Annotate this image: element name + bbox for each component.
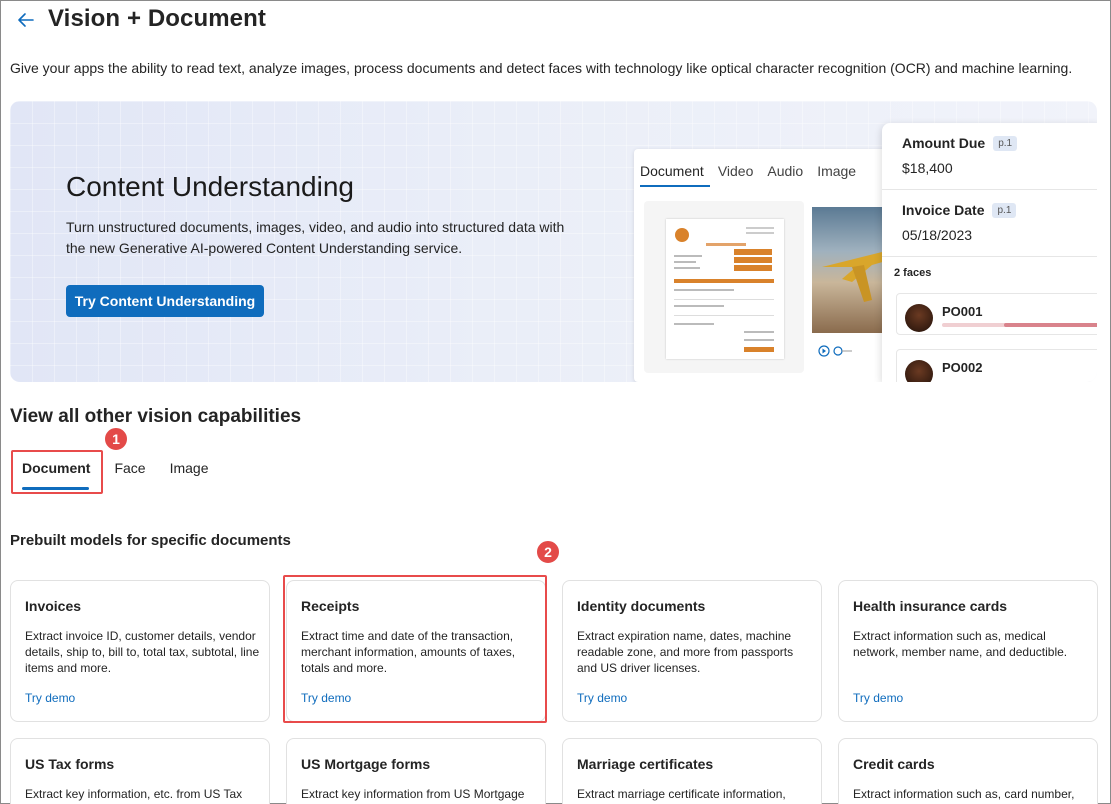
face-id: PO002 (942, 360, 983, 375)
prebuilt-models-heading: Prebuilt models for specific documents (10, 532, 291, 549)
hero-preview-window: Document Video Audio Image (634, 149, 904, 382)
card-title: US Mortgage forms (301, 756, 431, 772)
field-invoice-date: Invoice Date p.1 05/18/2023 (882, 190, 1097, 257)
face-timeline-bar (942, 323, 1097, 327)
card-us-tax-forms[interactable]: US Tax forms Extract key information, et… (10, 738, 270, 804)
face-avatar (905, 360, 933, 382)
tab-face[interactable]: Face (114, 460, 145, 490)
invoice-thumbnail (644, 201, 804, 373)
field-amount-due: Amount Due p.1 $18,400 (882, 123, 1097, 190)
card-description: Extract information such as, medical net… (853, 629, 1068, 659)
preview-tab-audio: Audio (767, 163, 804, 179)
field-value: $18,400 (902, 160, 953, 176)
hero-banner: Content Understanding Turn unstructured … (10, 101, 1097, 382)
card-description: Extract information such as, card number… (853, 787, 1075, 801)
card-description: Extract invoice ID, customer details, ve… (25, 629, 260, 675)
callout-highlight-receipts-card (283, 575, 547, 723)
section-title: View all other vision capabilities (10, 406, 302, 427)
card-health-insurance-cards[interactable]: Health insurance cards Extract informati… (838, 580, 1098, 722)
try-demo-link[interactable]: Try demo (853, 691, 903, 705)
try-content-understanding-button[interactable]: Try Content Understanding (66, 285, 264, 317)
page-badge: p.1 (993, 135, 1018, 151)
card-title: Health insurance cards (853, 598, 1008, 614)
card-identity-documents[interactable]: Identity documents Extract expiration na… (562, 580, 822, 722)
preview-tab-document: Document (640, 163, 710, 187)
card-marriage-certificates[interactable]: Marriage certificates Extract marriage c… (562, 738, 822, 804)
hero-description: Turn unstructured documents, images, vid… (66, 219, 565, 256)
card-credit-cards[interactable]: Credit cards Extract information such as… (838, 738, 1098, 804)
hero-title: Content Understanding (66, 171, 354, 202)
field-value: 05/18/2023 (902, 227, 973, 243)
invoice-page-image (666, 219, 784, 359)
try-demo-link[interactable]: Try demo (577, 691, 627, 705)
page-badge: p.1 (992, 202, 1017, 218)
face-id: PO001 (942, 304, 983, 319)
card-title: Invoices (25, 598, 82, 614)
try-demo-link[interactable]: Try demo (25, 691, 75, 705)
field-label: Amount Due (902, 135, 986, 151)
preview-tab-video: Video (717, 163, 754, 179)
card-title: Marriage certificates (577, 756, 714, 772)
tab-image[interactable]: Image (170, 460, 209, 490)
callout-highlight-document-tab (11, 450, 103, 494)
video-player-controls (818, 345, 852, 357)
card-description: Extract marriage certificate information… (577, 787, 786, 801)
card-title: US Tax forms (25, 756, 115, 772)
field-label: Invoice Date (902, 202, 985, 218)
preview-tabs: Document Video Audio Image (640, 163, 870, 187)
callout-badge-1: 1 (104, 427, 128, 451)
back-arrow-icon[interactable] (14, 8, 38, 32)
preview-tab-image: Image (817, 163, 857, 179)
face-result-row: PO001 (896, 293, 1097, 335)
page-description: Give your apps the ability to read text,… (10, 60, 1073, 76)
face-avatar (905, 304, 933, 332)
card-description: Extract key information from US Mortgage (301, 787, 525, 801)
page-title: Vision + Document (48, 5, 266, 32)
card-description: Extract key information, etc. from US Ta… (25, 787, 243, 801)
card-us-mortgage-forms[interactable]: US Mortgage forms Extract key informatio… (286, 738, 546, 804)
card-description: Extract expiration name, dates, machine … (577, 629, 794, 675)
faces-count: 2 faces (894, 267, 932, 279)
callout-badge-2: 2 (536, 540, 560, 564)
face-result-row: PO002 (896, 349, 1097, 382)
card-title: Identity documents (577, 598, 706, 614)
card-title: Credit cards (853, 756, 935, 772)
card-invoices[interactable]: Invoices Extract invoice ID, customer de… (10, 580, 270, 722)
extraction-results-panel: Amount Due p.1 $18,400 Invoice Date p.1 … (882, 123, 1097, 382)
face-timeline-fill (1004, 323, 1097, 327)
